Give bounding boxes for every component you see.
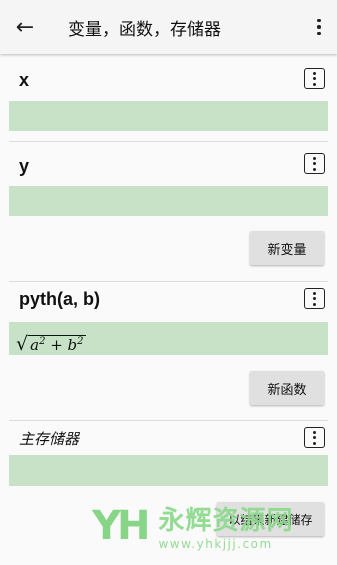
- overflow-menu-icon[interactable]: [301, 0, 337, 54]
- variable-name-x: x: [19, 70, 30, 90]
- vertical-dots-icon: [313, 291, 316, 306]
- variable-x-menu-button[interactable]: [304, 68, 325, 89]
- vertical-dots-icon: [313, 156, 316, 171]
- page-title: 变量，函数，存储器: [68, 19, 221, 40]
- divider: [9, 420, 328, 421]
- main-memory-label: 主存储器: [19, 431, 80, 448]
- watermark-text: 永辉资源网 www.yhkjjj.com: [158, 500, 293, 551]
- function-name-pyth: pyth(a, b): [19, 289, 100, 309]
- variable-y-menu-button[interactable]: [304, 153, 325, 174]
- divider: [9, 281, 328, 282]
- vertical-dots-icon: [313, 71, 316, 86]
- sqrt-symbol: √: [16, 333, 29, 355]
- variable-x-value[interactable]: [9, 101, 328, 131]
- new-variable-button[interactable]: 新变量: [250, 231, 324, 265]
- watermark-url: www.yhkjjj.com: [158, 537, 273, 551]
- function-pyth-menu-button[interactable]: [304, 288, 325, 309]
- back-arrow-icon[interactable]: ←: [0, 0, 50, 54]
- divider: [9, 141, 328, 142]
- formula-radicand: a2 + b2: [28, 335, 86, 354]
- vertical-dots-icon: [313, 430, 316, 445]
- watermark-logo-icon: YH: [92, 502, 150, 549]
- watermark-name: 永辉资源网: [158, 506, 294, 536]
- variable-name-y: y: [19, 156, 30, 176]
- main-memory-menu-button[interactable]: [304, 427, 325, 448]
- new-function-button[interactable]: 新函数: [250, 371, 324, 405]
- app-bar: ← 变量，函数，存储器: [0, 0, 337, 54]
- function-pyth-formula: √ a2 + b2: [16, 326, 86, 354]
- vertical-dots-icon: [317, 18, 321, 36]
- watermark: YH 永辉资源网 www.yhkjjj.com: [92, 500, 293, 552]
- variable-y-value[interactable]: [9, 186, 328, 216]
- main-memory-value[interactable]: [9, 455, 328, 486]
